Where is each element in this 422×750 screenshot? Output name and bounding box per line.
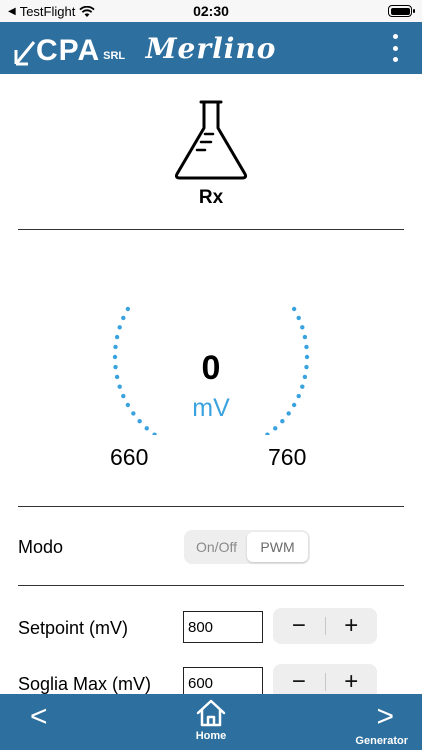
gauge-tick-dot [291, 306, 297, 312]
divider [18, 585, 404, 586]
app-title: Merlino [145, 32, 277, 65]
mode-option-pwm[interactable]: PWM [247, 532, 308, 562]
bottom-nav: < Home > Generator [0, 694, 422, 750]
mode-option-onoff[interactable]: On/Off [186, 532, 247, 562]
nav-home-label: Home [195, 730, 227, 742]
gauge-tick-dot [296, 315, 301, 321]
threshold-max-label: Soglia Max (mV) [18, 674, 152, 694]
gauge-tick-dot [144, 426, 149, 431]
setpoint-decrement-button[interactable]: − [273, 614, 325, 638]
sensor-label: Rx [198, 187, 224, 208]
mode-segmented-control[interactable]: On/Off PWM [184, 530, 310, 564]
gauge-tick-dot [302, 334, 308, 340]
gauge-tick-dot [125, 306, 131, 312]
battery-icon [388, 5, 415, 17]
gauge-max-label: 760 [268, 444, 307, 470]
gauge-unit: mV [192, 394, 230, 422]
gauge-tick-dot [152, 432, 157, 435]
home-icon [196, 699, 226, 727]
mode-label: Modo [18, 537, 64, 557]
status-bar: ◀ TestFlight 02:30 [0, 0, 422, 22]
gauge-tick-dot [121, 315, 126, 321]
threshold-max-decrement-button[interactable]: − [273, 670, 325, 694]
setpoint-increment-button[interactable]: + [326, 614, 378, 638]
more-menu-icon[interactable] [392, 34, 398, 62]
gauge-tick-dot [265, 432, 270, 435]
gauge-tick-dot [300, 325, 305, 330]
divider [18, 506, 404, 507]
divider [18, 229, 404, 230]
gauge-min-label: 660 [110, 444, 149, 470]
setpoint-input[interactable] [183, 611, 263, 643]
flask-icon [174, 100, 248, 180]
gauge-value: 0 [201, 349, 221, 387]
app-header: CPA SRL Merlino [0, 22, 422, 74]
threshold-max-increment-button[interactable]: + [326, 670, 378, 694]
gauge-tick-dot [114, 334, 120, 340]
nav-next-label: Generator [355, 735, 408, 747]
clock: 02:30 [193, 3, 229, 19]
setpoint-label: Setpoint (mV) [18, 618, 129, 638]
setpoint-stepper[interactable]: − + [273, 608, 377, 644]
gauge-tick-dot [117, 325, 122, 330]
gauge-tick-dot [273, 426, 278, 431]
nav-next-button[interactable]: > [376, 700, 394, 734]
